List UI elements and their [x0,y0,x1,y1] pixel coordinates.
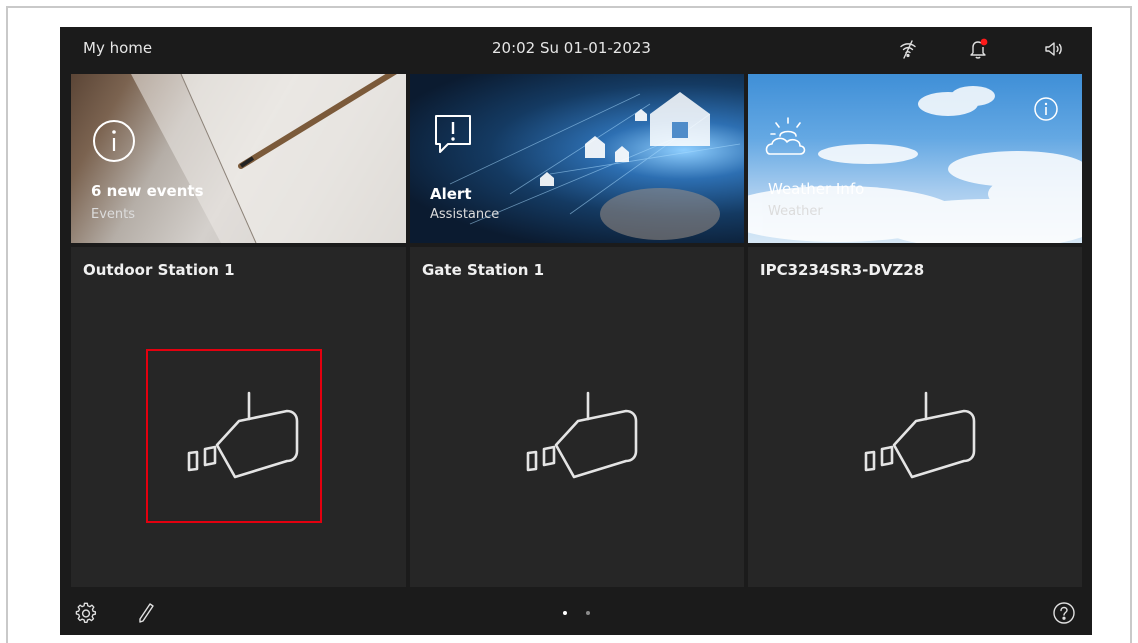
events-subtitle: Events [91,207,136,222]
bottom-bar [60,591,1092,635]
alert-subtitle: Assistance [430,207,500,222]
camera-icon [187,391,299,479]
alert-tile[interactable]: Alert Assistance [410,74,744,243]
station-tile-gate[interactable]: Gate Station 1 [410,247,744,587]
wifi-off-icon[interactable] [896,37,920,61]
station-tile-ipc[interactable]: IPC3234SR3-DVZ28 [748,247,1082,587]
station-tile-outdoor[interactable]: Outdoor Station 1 [71,247,406,587]
weather-tile[interactable]: Weather Info Weather [748,74,1082,243]
settings-icon[interactable] [74,601,98,625]
weather-info-icon[interactable] [1033,96,1059,122]
station-title: Gate Station 1 [422,261,545,279]
panel-screen: My home 20:02 Su 01-01-2023 6 new events… [60,27,1092,635]
weather-title: Weather Info [768,180,865,198]
page-dot-active[interactable] [563,611,567,615]
alert-message-icon [435,115,471,153]
speaker-icon[interactable] [1042,37,1066,61]
bell-icon[interactable] [966,37,990,61]
camera-icon [526,391,638,479]
clock-date: 20:02 Su 01-01-2023 [492,39,651,57]
events-tile[interactable]: 6 new events Events [71,74,406,243]
camera-icon [864,391,976,479]
home-title: My home [83,39,153,57]
help-icon[interactable] [1052,601,1076,625]
station-title: Outdoor Station 1 [83,261,235,279]
info-icon [93,120,135,162]
events-title: 6 new events [91,182,204,200]
station-title: IPC3234SR3-DVZ28 [760,261,925,279]
status-bar: My home 20:02 Su 01-01-2023 [60,27,1092,71]
weather-subtitle: Weather [768,204,823,219]
alert-title: Alert [430,185,472,203]
edit-icon[interactable] [134,601,158,625]
weather-icon [765,117,806,155]
page-dot[interactable] [586,611,590,615]
